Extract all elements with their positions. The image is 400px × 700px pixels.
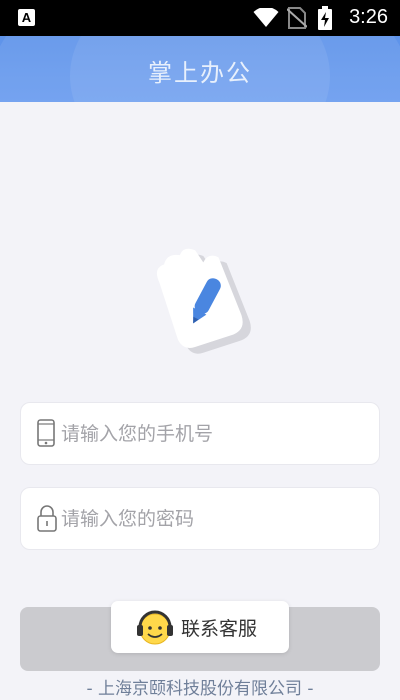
headset-smiley-icon	[137, 610, 173, 645]
phone-field[interactable]	[20, 402, 380, 465]
mobile-phone-icon	[37, 419, 55, 447]
status-time: 3:26	[349, 6, 388, 28]
company-footer: - 上海京颐科技股份有限公司 -	[86, 679, 314, 699]
battery-charging-icon	[318, 6, 332, 30]
app-notification-icon: A	[18, 9, 35, 26]
app-header: 掌上办公	[0, 36, 400, 102]
status-bar: A 3:26	[0, 0, 400, 36]
lock-icon	[37, 505, 57, 532]
customer-service-label: 联系客服	[181, 618, 258, 640]
page-title: 掌上办公	[148, 59, 252, 87]
no-sim-icon	[287, 7, 307, 29]
password-input[interactable]	[61, 488, 371, 549]
phone-input[interactable]	[61, 403, 371, 464]
app-logo	[156, 248, 251, 354]
customer-service-button[interactable]: 联系客服	[111, 601, 289, 653]
password-field[interactable]	[20, 487, 380, 550]
wifi-icon	[253, 8, 279, 27]
